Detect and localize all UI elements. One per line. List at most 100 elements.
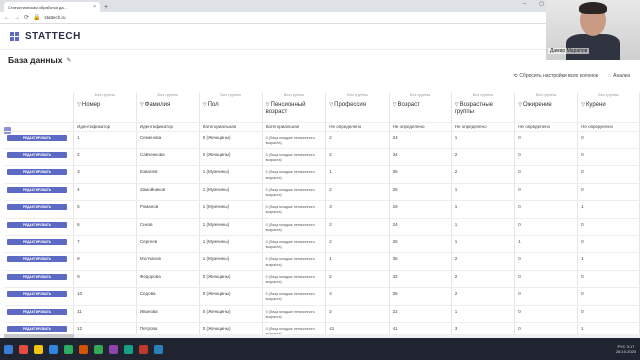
table-cell[interactable]: 5: [73, 200, 137, 219]
table-cell[interactable]: 7: [73, 235, 137, 254]
analysis-button[interactable]: ◌ Анализ: [608, 73, 630, 79]
table-cell[interactable]: 0: [577, 165, 640, 184]
table-cell[interactable]: 24: [389, 218, 452, 236]
group-label[interactable]: Без группы: [451, 92, 516, 100]
table-cell[interactable]: 2: [451, 287, 516, 306]
table-cell[interactable]: 0: [577, 287, 640, 306]
table-cell[interactable]: 2: [451, 165, 516, 184]
edit-button[interactable]: РЕДАКТИРОВАТЬ: [7, 273, 67, 280]
chrome-icon[interactable]: [94, 344, 103, 354]
table-cell[interactable]: 0 (Лица младше пенсионного возраста): [262, 183, 327, 202]
table-cell[interactable]: 1 (Мужчины): [199, 183, 263, 202]
column-header[interactable]: ▽Профессия: [325, 100, 390, 123]
table-cell[interactable]: 24: [389, 131, 452, 149]
table-cell[interactable]: 1: [451, 235, 516, 254]
table-cell[interactable]: 1: [325, 252, 390, 271]
start-icon[interactable]: [4, 344, 13, 354]
table-cell[interactable]: 0 (Женщины): [199, 287, 263, 306]
table-cell[interactable]: Иванова: [136, 305, 200, 323]
table-cell[interactable]: 2: [325, 270, 390, 289]
table-cell[interactable]: Сергеев: [136, 235, 200, 254]
table-cell[interactable]: 0 (Женщины): [199, 131, 263, 149]
filter-icon[interactable]: ▽: [518, 102, 522, 108]
new-tab-icon[interactable]: +: [104, 4, 108, 11]
table-cell[interactable]: 1: [451, 218, 516, 236]
table-cell[interactable]: 0: [577, 131, 640, 149]
filter-icon[interactable]: ▽: [581, 102, 585, 108]
table-cell[interactable]: 2: [451, 148, 516, 167]
table-cell[interactable]: Ковалев: [136, 165, 200, 184]
table-cell[interactable]: 36: [389, 252, 452, 271]
table-cell[interactable]: 1 (Мужчины): [199, 165, 263, 184]
table-cell[interactable]: 1: [577, 200, 640, 219]
group-label[interactable]: Без группы: [389, 92, 452, 100]
table-cell[interactable]: 4: [73, 183, 137, 202]
table-cell[interactable]: 35: [389, 287, 452, 306]
table-cell[interactable]: Замойников: [136, 183, 200, 202]
table-cell[interactable]: 0: [577, 183, 640, 202]
group-label[interactable]: Без группы: [514, 92, 579, 100]
table-cell[interactable]: 0 (Женщины): [199, 270, 263, 289]
table-cell[interactable]: 0 (Лица младше пенсионного возраста): [262, 148, 327, 167]
table-cell[interactable]: 0: [577, 218, 640, 236]
table-cell[interactable]: 0 (Лица младше пенсионного возраста): [262, 305, 327, 323]
table-cell[interactable]: 2: [325, 305, 390, 323]
table-cell[interactable]: 2: [325, 235, 390, 254]
group-label[interactable]: Без группы: [73, 92, 137, 100]
table-cell[interactable]: 0: [514, 200, 579, 219]
filter-icon[interactable]: ▽: [266, 102, 270, 108]
column-type-select[interactable]: Не определено: [389, 122, 452, 132]
edit-button[interactable]: РЕДАКТИРОВАТЬ: [7, 238, 67, 245]
table-cell[interactable]: Снков: [136, 218, 200, 236]
table-cell[interactable]: 22: [389, 305, 452, 323]
table-cell[interactable]: 0: [577, 148, 640, 167]
powerpoint-icon[interactable]: [79, 344, 88, 354]
table-cell[interactable]: Федорова: [136, 270, 200, 289]
reset-columns-button[interactable]: ⟲ Сбросить настройки всех колонок: [513, 73, 598, 79]
table-cell[interactable]: 2: [325, 183, 390, 202]
group-label[interactable]: Без группы: [262, 92, 327, 100]
table-cell[interactable]: 34: [389, 148, 452, 167]
table-cell[interactable]: 0: [577, 270, 640, 289]
table-cell[interactable]: 4: [325, 287, 390, 306]
app-icon-2[interactable]: [124, 344, 133, 354]
edit-button[interactable]: РЕДАКТИРОВАТЬ: [7, 169, 67, 176]
table-cell[interactable]: 8: [73, 252, 137, 271]
column-header[interactable]: ▽Номер: [73, 100, 137, 123]
table-cell[interactable]: 3: [73, 165, 137, 184]
table-cell[interactable]: 1 (Мужчины): [199, 235, 263, 254]
table-cell[interactable]: 0: [514, 270, 579, 289]
app-icon-3[interactable]: [139, 344, 148, 354]
table-cell[interactable]: 35: [389, 165, 452, 184]
column-header[interactable]: ▽Пенсионный возраст: [262, 100, 327, 123]
table-cell[interactable]: 11: [73, 305, 137, 323]
table-cell[interactable]: 1: [73, 131, 137, 149]
column-type-select[interactable]: Идентификатор: [136, 122, 200, 132]
filter-icon[interactable]: ▽: [203, 102, 207, 108]
back-icon[interactable]: ←: [4, 15, 10, 21]
column-header[interactable]: ▽Пол: [199, 100, 263, 123]
opera-icon[interactable]: [19, 344, 28, 354]
group-label[interactable]: Без группы: [136, 92, 200, 100]
group-label[interactable]: Без группы: [325, 92, 390, 100]
table-cell[interactable]: 0 (Лица младше пенсионного возраста): [262, 165, 327, 184]
table-cell[interactable]: 26: [389, 235, 452, 254]
column-type-select[interactable]: Идентификатор: [73, 122, 137, 132]
table-cell[interactable]: 2: [325, 148, 390, 167]
table-cell[interactable]: 0 (Лица младше пенсионного возраста): [262, 131, 327, 149]
edit-button[interactable]: РЕДАКТИРОВАТЬ: [7, 204, 67, 211]
excel-icon[interactable]: [64, 344, 73, 354]
table-cell[interactable]: 25: [389, 183, 452, 202]
table-cell[interactable]: 10: [73, 287, 137, 306]
column-header[interactable]: ▽Возрастные группы: [451, 100, 516, 123]
column-type-select[interactable]: Не определено: [514, 122, 579, 132]
table-cell[interactable]: 1: [577, 252, 640, 271]
column-type-select[interactable]: Не определено: [325, 122, 390, 132]
table-cell[interactable]: Романов: [136, 200, 200, 219]
table-cell[interactable]: 2: [451, 252, 516, 271]
table-cell[interactable]: 1: [325, 165, 390, 184]
table-cell[interactable]: 0: [514, 252, 579, 271]
table-cell[interactable]: 0 (Лица младше пенсионного возраста): [262, 270, 327, 289]
table-cell[interactable]: 0 (Лица младше пенсионного возраста): [262, 200, 327, 219]
reload-icon[interactable]: ⟳: [24, 14, 29, 21]
